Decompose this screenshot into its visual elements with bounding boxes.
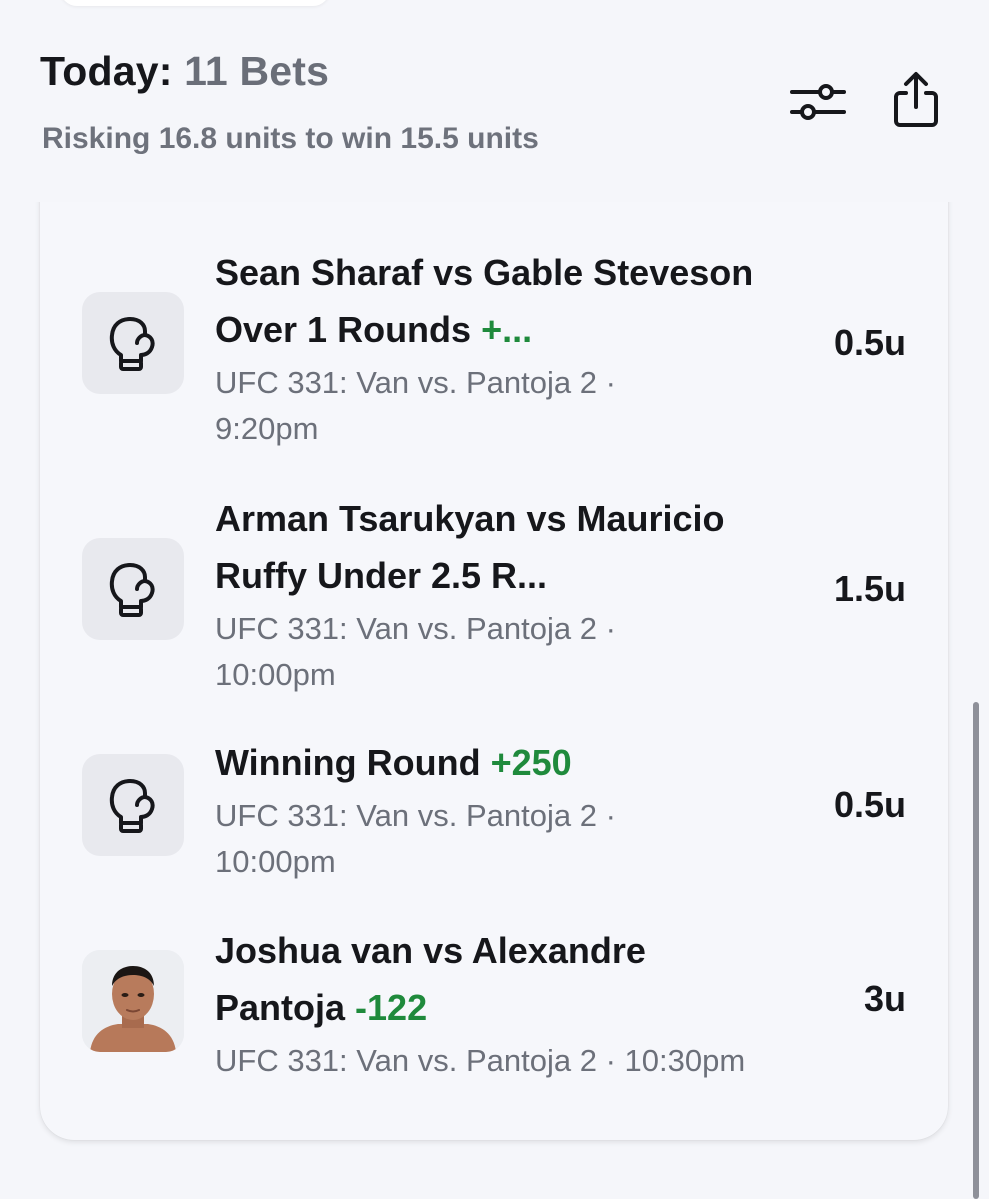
bet-icon-tile — [82, 754, 184, 856]
bet-event-time: UFC 331: Van vs. Pantoja 2 · 10:00pm — [215, 798, 616, 879]
fighter-avatar — [82, 950, 184, 1052]
bet-units: 0.5u — [833, 784, 906, 825]
bet-odds: +... — [481, 309, 533, 350]
bet-row[interactable]: Joshua van vs Alexandre Pantoja -122 UFC… — [40, 922, 950, 1082]
boxing-glove-icon — [109, 563, 155, 617]
bet-title: Joshua van vs Alexandre Pantoja -122 — [215, 930, 646, 1028]
sliders-icon — [790, 84, 846, 120]
risk-summary: Risking 16.8 units to win 15.5 units — [42, 122, 539, 155]
bet-odds: -122 — [355, 987, 428, 1028]
page-title: Today: 11 Bets — [40, 48, 329, 95]
bet-odds: +250 — [490, 742, 572, 783]
bet-details: Joshua van vs Alexandre Pantoja -122 UFC… — [215, 922, 855, 1084]
scrollbar[interactable] — [973, 702, 979, 1199]
bet-icon-tile — [82, 538, 184, 640]
top-pill — [60, 0, 330, 6]
filter-button[interactable] — [786, 70, 850, 134]
boxing-glove-icon — [109, 779, 155, 833]
bet-details: Arman Tsarukyan vs Mauricio Ruffy Under … — [215, 490, 805, 698]
bet-title: Arman Tsarukyan vs Mauricio Ruffy Under … — [215, 498, 725, 596]
bet-icon-tile — [82, 292, 184, 394]
share-button[interactable] — [884, 68, 948, 132]
bet-details: Sean Sharaf vs Gable Steveson Over 1 Rou… — [215, 244, 805, 452]
bet-units: 0.5u — [833, 322, 906, 363]
bet-row[interactable]: Winning Round +250 UFC 331: Van vs. Pant… — [40, 734, 950, 884]
boxing-glove-icon — [109, 317, 155, 371]
page-header: Today: 11 Bets Risking 16.8 units to win… — [40, 44, 950, 164]
bet-units: 3u — [863, 978, 906, 1019]
bet-event-time: UFC 331: Van vs. Pantoja 2 · 9:20pm — [215, 365, 616, 446]
bet-title: Winning Round +250 — [215, 742, 572, 783]
bet-row[interactable]: Sean Sharaf vs Gable Steveson Over 1 Rou… — [40, 244, 950, 446]
title-prefix: Today: — [40, 48, 185, 94]
bet-title: Sean Sharaf vs Gable Steveson Over 1 Rou… — [215, 252, 754, 350]
bet-event-time: UFC 331: Van vs. Pantoja 2 · 10:30pm — [215, 1043, 746, 1078]
bet-row[interactable]: Arman Tsarukyan vs Mauricio Ruffy Under … — [40, 490, 950, 692]
bet-count: 11 Bets — [184, 48, 330, 94]
share-icon — [894, 72, 938, 127]
bet-units: 1.5u — [833, 568, 906, 609]
fighter-avatar-icon — [82, 950, 184, 1052]
bet-event-time: UFC 331: Van vs. Pantoja 2 · 10:00pm — [215, 611, 616, 692]
bet-details: Winning Round +250 UFC 331: Van vs. Pant… — [215, 734, 805, 885]
